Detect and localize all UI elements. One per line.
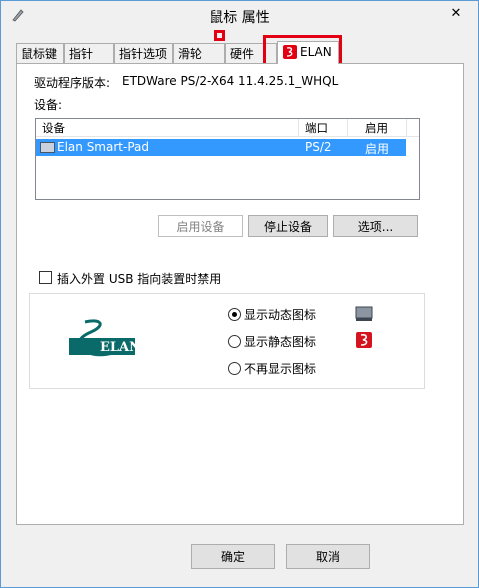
mouse-properties-window: 鼠标 属性 ✕ 鼠标键 指针 指针选项 滑轮 硬件 ELAN 驱动程序版本: E… bbox=[0, 0, 479, 588]
driver-version-value: ETDWare PS/2-X64 11.4.25.1_WHQL bbox=[122, 74, 339, 88]
device-port: PS/2 bbox=[305, 140, 332, 154]
devices-label: 设备: bbox=[34, 98, 63, 112]
touchpad-icon bbox=[355, 306, 373, 321]
table-row[interactable]: Elan Smart-Pad PS/2 启用 bbox=[36, 139, 406, 156]
touchpad-icon bbox=[40, 142, 55, 153]
ok-button[interactable]: 确定 bbox=[191, 544, 275, 569]
tab-wheel[interactable]: 滑轮 bbox=[173, 43, 225, 63]
window-title: 鼠标 属性 bbox=[209, 10, 270, 26]
device-list[interactable]: 设备 端口 启用 Elan Smart-Pad PS/2 启用 bbox=[35, 118, 420, 200]
title-bar: 鼠标 属性 ✕ bbox=[1, 1, 478, 31]
elan-icon bbox=[356, 332, 372, 348]
enable-device-button[interactable]: 启用设备 bbox=[158, 215, 243, 237]
tab-pointers[interactable]: 指针 bbox=[64, 43, 114, 63]
device-list-header: 设备 端口 启用 bbox=[36, 119, 419, 137]
elan-logo: ELAN bbox=[63, 316, 141, 368]
usb-disable-label[interactable]: 插入外置 USB 指向装置时禁用 bbox=[57, 270, 221, 287]
column-port[interactable]: 端口 bbox=[305, 120, 328, 136]
column-separator bbox=[298, 119, 299, 136]
device-enabled: 启用 bbox=[365, 142, 390, 156]
column-separator bbox=[347, 119, 348, 136]
column-separator bbox=[406, 119, 407, 136]
elan-tab-panel: 驱动程序版本: ETDWare PS/2-X64 11.4.25.1_WHQL … bbox=[16, 63, 464, 525]
radio-dynamic-icon-label[interactable]: 显示动态图标 bbox=[244, 306, 316, 323]
tab-buttons[interactable]: 鼠标键 bbox=[16, 43, 64, 63]
radio-static-icon[interactable] bbox=[228, 335, 241, 348]
elan-icon bbox=[283, 45, 297, 59]
tray-icon-group: ELAN 显示动态图标 显示静态图标 不再显示图标 bbox=[29, 293, 425, 389]
radio-no-icon[interactable] bbox=[228, 362, 241, 375]
radio-no-icon-label[interactable]: 不再显示图标 bbox=[244, 360, 316, 377]
cancel-button[interactable]: 取消 bbox=[286, 544, 370, 569]
usb-disable-checkbox[interactable] bbox=[39, 271, 52, 284]
close-button[interactable]: ✕ bbox=[442, 3, 470, 25]
column-enabled[interactable]: 启用 bbox=[365, 120, 388, 136]
tab-highlight-marker bbox=[214, 30, 225, 41]
driver-version-label: 驱动程序版本: bbox=[34, 76, 111, 90]
tab-elan[interactable]: ELAN bbox=[277, 41, 339, 64]
device-name: Elan Smart-Pad bbox=[57, 140, 149, 154]
tab-elan-label: ELAN bbox=[300, 45, 332, 59]
radio-dynamic-icon[interactable] bbox=[228, 308, 241, 321]
radio-static-icon-label[interactable]: 显示静态图标 bbox=[244, 333, 316, 350]
disable-device-button[interactable]: 停止设备 bbox=[248, 215, 328, 237]
options-button[interactable]: 选项... bbox=[333, 215, 418, 237]
tab-pointer-options[interactable]: 指针选项 bbox=[114, 43, 173, 63]
elan-logo-text: ELAN bbox=[100, 340, 141, 355]
column-device[interactable]: 设备 bbox=[42, 120, 65, 136]
